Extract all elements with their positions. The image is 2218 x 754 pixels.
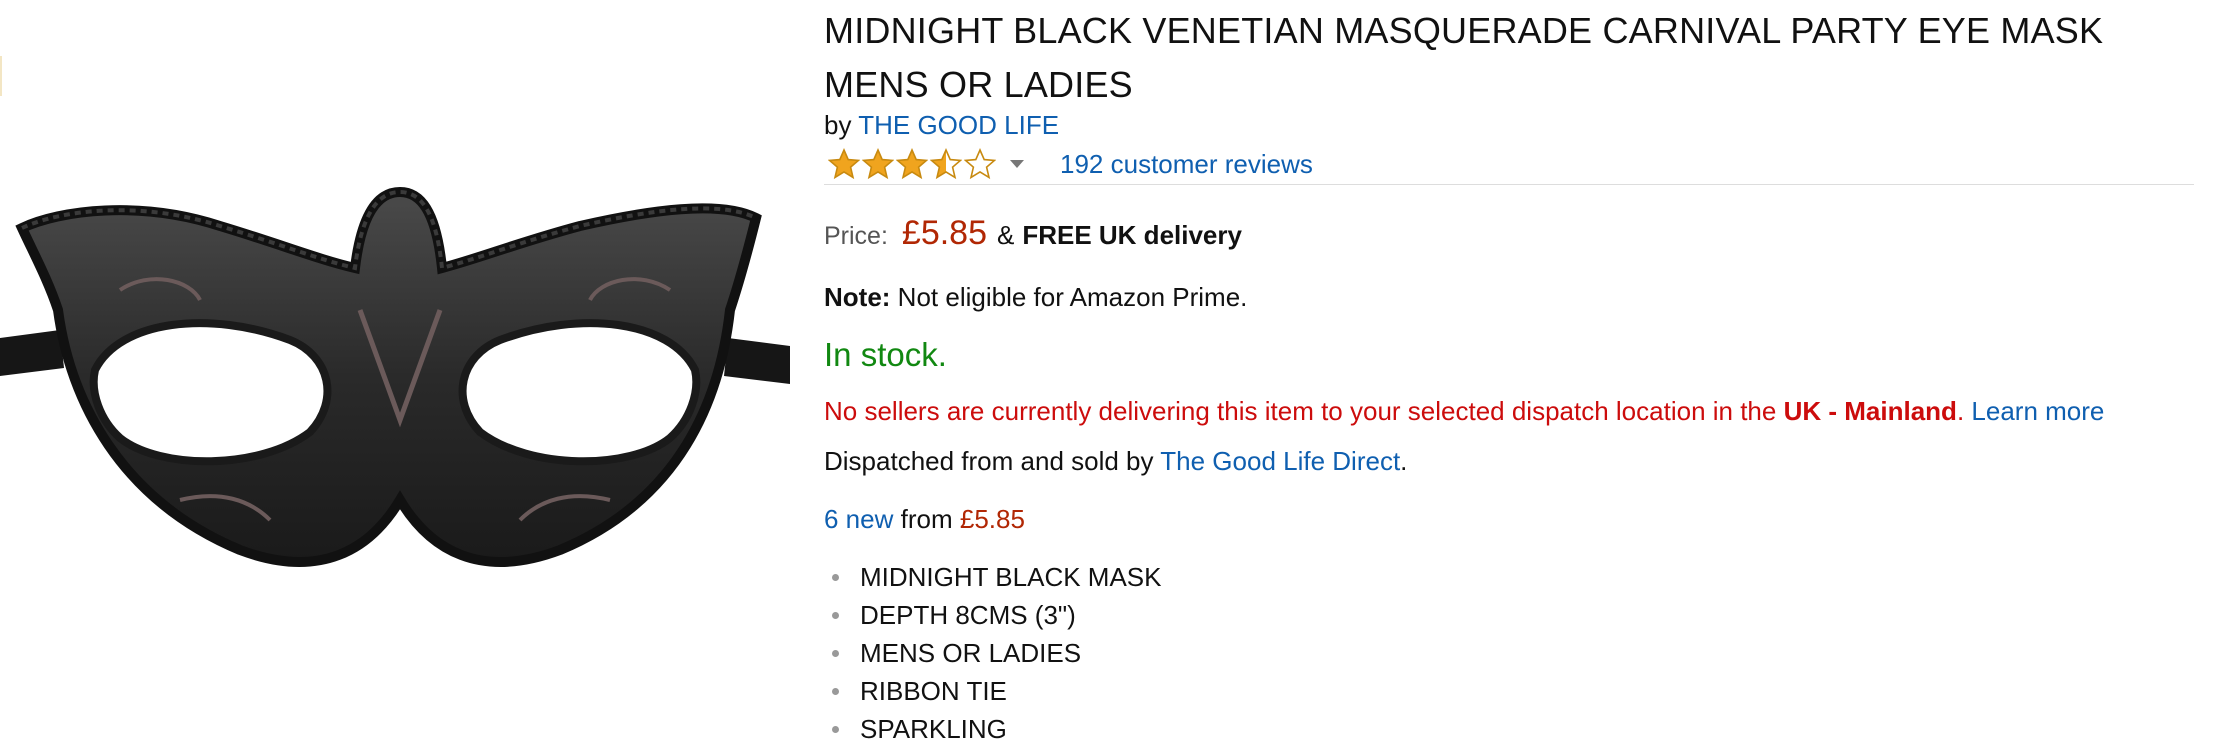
price-value: £5.85	[901, 214, 987, 252]
offers-from-price: £5.85	[959, 504, 1025, 534]
note-label: Note:	[824, 282, 891, 312]
prime-note: Note: Not eligible for Amazon Prime.	[824, 282, 1247, 313]
warning-text: No sellers are currently delivering this…	[824, 396, 1777, 426]
star-icon	[862, 148, 894, 180]
divider	[824, 184, 2194, 185]
note-text: Not eligible for Amazon Prime.	[897, 282, 1248, 312]
feature-bullet: MIDNIGHT BLACK MASK	[824, 558, 1161, 596]
feature-bullet: MENS OR LADIES	[824, 634, 1161, 672]
price-ampersand: &	[997, 220, 1015, 250]
star-icon	[964, 148, 996, 180]
caret-down-icon[interactable]	[1010, 160, 1024, 168]
warning-period: .	[1956, 396, 1965, 426]
star-rating[interactable]	[828, 148, 996, 180]
byline-prefix: by	[824, 110, 852, 140]
stock-status: In stock.	[824, 336, 947, 373]
feature-bullet: SPARKLING	[824, 710, 1161, 748]
feature-bullet: DEPTH 8CMS (3")	[824, 596, 1161, 634]
product-title: MIDNIGHT BLACK VENETIAN MASQUERADE CARNI…	[824, 10, 2104, 105]
warning-location: UK - Mainland	[1783, 396, 1957, 426]
seller-link[interactable]: The Good Life Direct	[1160, 446, 1400, 476]
learn-more-link[interactable]: Learn more	[1971, 396, 2104, 426]
delivery-warning: No sellers are currently delivering this…	[824, 396, 2104, 427]
star-icon	[896, 148, 928, 180]
rating-row: 192 customer reviews	[828, 144, 1313, 184]
offers-row: 6 new from £5.85	[824, 504, 1025, 535]
mask-illustration	[0, 186, 790, 567]
new-offers-link[interactable]: 6 new	[824, 504, 893, 534]
dispatch-prefix: Dispatched from and sold by	[824, 446, 1154, 476]
star-icon	[828, 148, 860, 180]
product-image[interactable]	[0, 0, 790, 754]
free-delivery-text: FREE UK delivery	[1022, 220, 1242, 250]
feature-bullet: RIBBON TIE	[824, 672, 1161, 710]
brand-link[interactable]: THE GOOD LIFE	[858, 110, 1059, 140]
byline: by THE GOOD LIFE	[824, 107, 1059, 143]
price-label: Price:	[824, 222, 888, 250]
price-row: Price: £5.85 & FREE UK delivery	[824, 214, 1242, 262]
dispatch-suffix: .	[1400, 446, 1408, 476]
customer-reviews-link[interactable]: 192 customer reviews	[1060, 149, 1313, 180]
dispatch-info: Dispatched from and sold by The Good Lif…	[824, 446, 1407, 477]
star-icon	[930, 148, 962, 180]
offers-from-text: from	[900, 504, 953, 534]
feature-bullets: MIDNIGHT BLACK MASK DEPTH 8CMS (3") MENS O…	[824, 558, 1161, 748]
